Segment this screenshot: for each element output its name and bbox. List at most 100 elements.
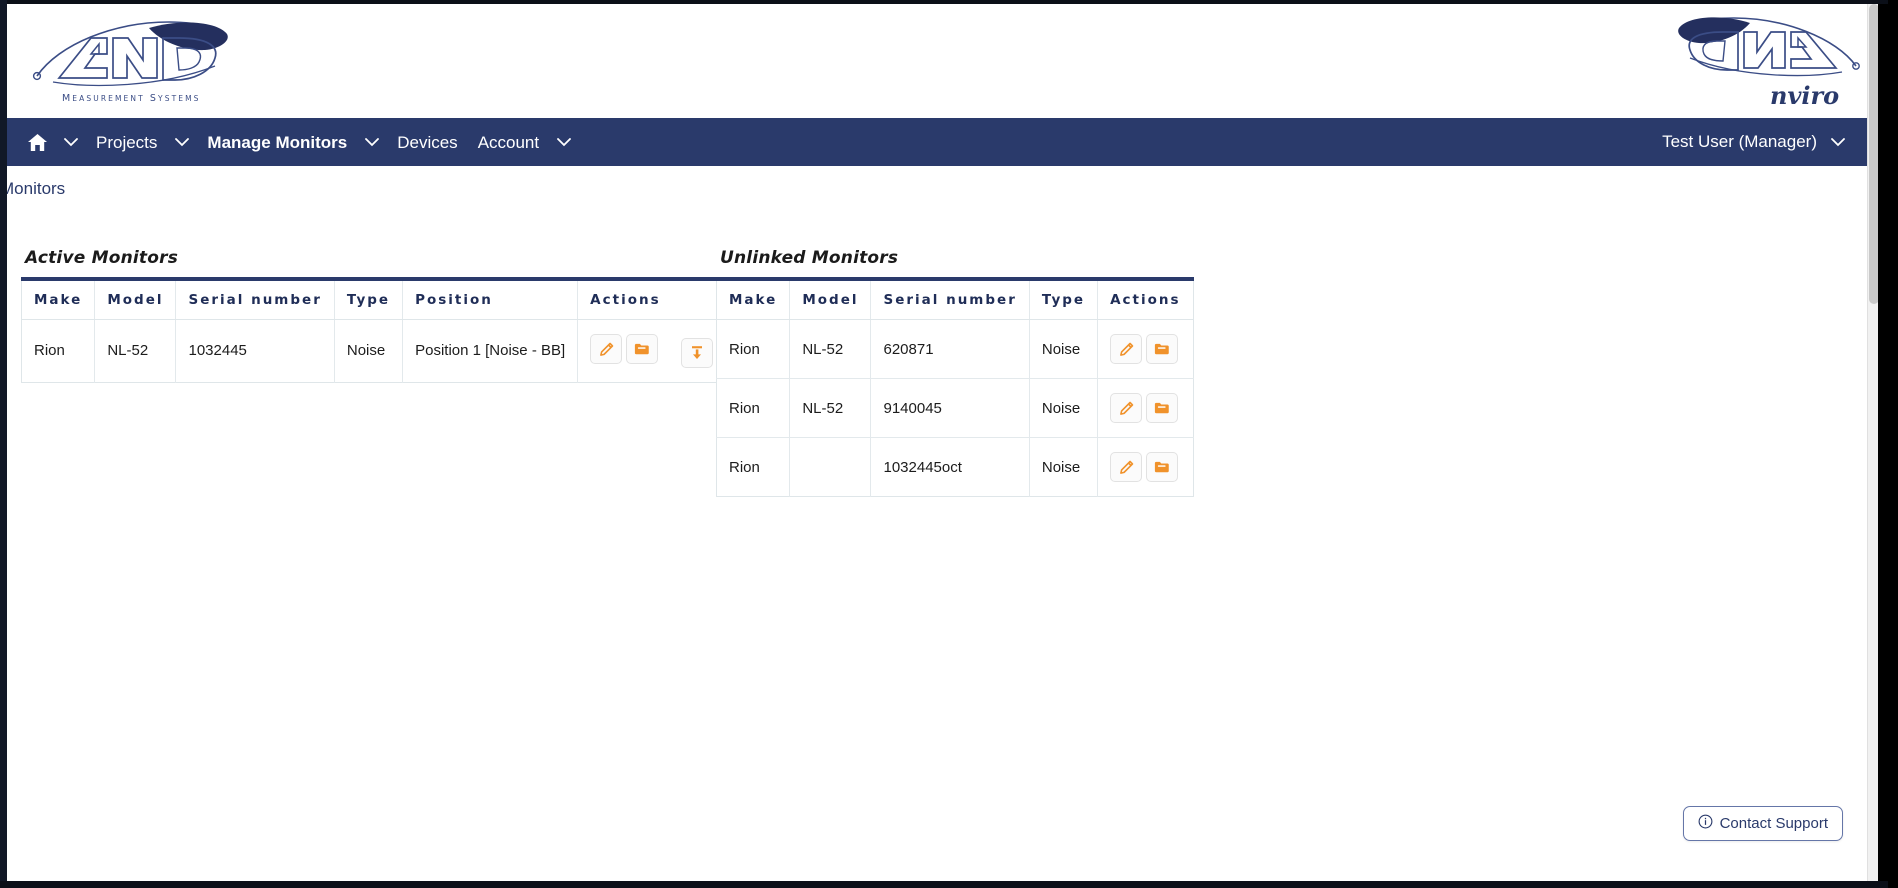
unlink-icon — [691, 345, 702, 359]
folder-icon — [635, 343, 649, 355]
column-header-make: Make — [716, 279, 791, 320]
edit-monitor-button[interactable] — [1110, 452, 1143, 482]
svg-text:MEASUREMENT SYSTEMS: MEASUREMENT SYSTEMS — [62, 93, 201, 104]
open-folder-button[interactable] — [1146, 393, 1179, 423]
svg-text:nviro: nviro — [1770, 81, 1839, 110]
column-header-serial-number: Serial number — [175, 279, 335, 320]
cell-actions — [1098, 438, 1193, 497]
unlinked-monitors-panel: Unlinked Monitors Make Model Serial numb… — [716, 248, 1194, 497]
active-monitors-panel: Active Monitors Make Model Serial number… — [21, 248, 726, 383]
active-monitors-table-body: Rion NL-52 1032445 Noise Position 1 [Noi… — [21, 319, 726, 383]
column-header-type: Type — [1029, 279, 1099, 320]
action-button-group — [1110, 393, 1179, 423]
column-header-position: Position — [402, 279, 579, 320]
active-monitors-title: Active Monitors — [25, 248, 179, 268]
cell-model: NL-52 — [789, 378, 872, 438]
unlinked-monitors-table-head: Make Model Serial number Type Actions — [716, 279, 1194, 320]
column-header-type: Type — [334, 279, 404, 320]
projects-dropdown-caret-icon[interactable] — [167, 132, 197, 153]
contact-support-label: Contact Support — [1719, 815, 1828, 832]
open-folder-button[interactable] — [1146, 334, 1179, 364]
nav-item-devices[interactable]: Devices — [387, 128, 467, 157]
cell-model: NL-52 — [789, 319, 872, 379]
vertical-scrollbar-track[interactable] — [1867, 4, 1878, 881]
cell-make: Rion — [716, 437, 791, 497]
cell-model — [789, 437, 872, 497]
action-button-group — [1110, 334, 1179, 364]
anv-nviro-logo: nviro — [1662, 8, 1862, 113]
window-left-edge — [0, 0, 7, 888]
column-header-actions: Actions — [577, 279, 726, 320]
main-navigation-bar: Projects Manage Monitors Devices Account — [7, 118, 1867, 166]
cell-actions — [1097, 378, 1194, 438]
active-monitors-table: Make Model Serial number Type Position A… — [21, 277, 726, 383]
column-header-actions: Actions — [1097, 279, 1194, 320]
window-bottom-edge — [0, 881, 1898, 888]
cell-type: Noise — [334, 319, 404, 383]
table-row: Rion NL-52 1032445 Noise Position 1 [Noi… — [21, 319, 726, 383]
nav-left-group: Projects Manage Monitors Devices Account — [17, 128, 579, 157]
cell-actions — [1097, 319, 1194, 379]
user-menu-label[interactable]: Test User (Manager) — [1656, 126, 1823, 158]
table-header-row: Make Model Serial number Type Actions — [716, 279, 1194, 320]
browser-viewport: MEASUREMENT SYSTEMS nviro Projects Manag… — [0, 0, 1898, 888]
home-icon[interactable] — [17, 129, 56, 156]
cell-type: Noise — [1029, 319, 1099, 379]
folder-icon — [1154, 402, 1169, 414]
window-right-edge — [1888, 0, 1898, 888]
account-dropdown-caret-icon[interactable] — [549, 132, 579, 153]
column-header-serial-number: Serial number — [870, 279, 1030, 320]
breadcrumb[interactable]: Monitors — [7, 179, 65, 199]
column-header-make: Make — [21, 279, 96, 320]
info-icon — [1698, 814, 1713, 833]
edit-monitor-button[interactable] — [1110, 393, 1143, 423]
unlink-monitor-button[interactable] — [680, 337, 713, 368]
open-folder-button[interactable] — [626, 334, 659, 364]
cell-type: Noise — [1029, 437, 1099, 497]
action-button-group — [590, 334, 659, 364]
table-row: Rion NL-52 9140045 Noise — [716, 378, 1194, 438]
edit-monitor-button[interactable] — [590, 334, 623, 364]
open-folder-button[interactable] — [1146, 452, 1179, 482]
cell-model: NL-52 — [94, 319, 177, 383]
cell-make: Rion — [716, 319, 791, 379]
active-monitors-table-head: Make Model Serial number Type Position A… — [21, 279, 726, 320]
nav-item-manage-monitors[interactable]: Manage Monitors — [197, 128, 357, 157]
vertical-scrollbar-thumb[interactable] — [1869, 4, 1878, 304]
table-row: Rion 1032445oct Noise — [716, 437, 1194, 497]
cell-serial-number: 1032445oct — [870, 437, 1030, 497]
edit-icon — [1119, 401, 1133, 415]
cell-serial-number: 9140045 — [870, 378, 1030, 438]
table-header-row: Make Model Serial number Type Position A… — [21, 279, 726, 320]
cell-actions — [578, 320, 725, 383]
page-content: MEASUREMENT SYSTEMS nviro Projects Manag… — [7, 4, 1878, 881]
table-row: Rion NL-52 620871 Noise — [716, 319, 1194, 379]
cell-make: Rion — [716, 378, 791, 438]
action-button-group — [1110, 452, 1179, 482]
cell-serial-number: 620871 — [870, 319, 1030, 379]
manage-monitors-dropdown-caret-icon[interactable] — [357, 132, 387, 153]
folder-icon — [1154, 343, 1169, 355]
edit-icon — [599, 342, 613, 356]
column-header-model: Model — [94, 279, 177, 320]
unlinked-monitors-title: Unlinked Monitors — [720, 248, 899, 268]
contact-support-button[interactable]: Contact Support — [1682, 806, 1843, 841]
cell-position: Position 1 [Noise - BB] — [402, 319, 579, 383]
unlinked-monitors-table: Make Model Serial number Type Actions Ri… — [716, 277, 1194, 497]
column-header-model: Model — [789, 279, 872, 320]
cell-type: Noise — [1029, 378, 1099, 438]
nav-right-group: Test User (Manager) — [1656, 126, 1867, 158]
cell-make: Rion — [21, 319, 96, 383]
unlinked-monitors-table-body: Rion NL-52 620871 Noise Rion NL-52 91400… — [716, 319, 1194, 497]
anv-measurement-systems-logo: MEASUREMENT SYSTEMS — [29, 14, 244, 106]
edit-icon — [1119, 342, 1133, 356]
home-dropdown-caret-icon[interactable] — [56, 132, 86, 153]
cell-serial-number: 1032445 — [175, 319, 335, 383]
nav-item-account[interactable]: Account — [468, 128, 549, 157]
masthead: MEASUREMENT SYSTEMS nviro — [7, 4, 1867, 118]
edit-icon — [1119, 460, 1133, 474]
folder-icon — [1154, 461, 1169, 473]
edit-monitor-button[interactable] — [1110, 334, 1143, 364]
user-dropdown-caret-icon[interactable] — [1823, 132, 1853, 153]
nav-item-projects[interactable]: Projects — [86, 128, 167, 157]
